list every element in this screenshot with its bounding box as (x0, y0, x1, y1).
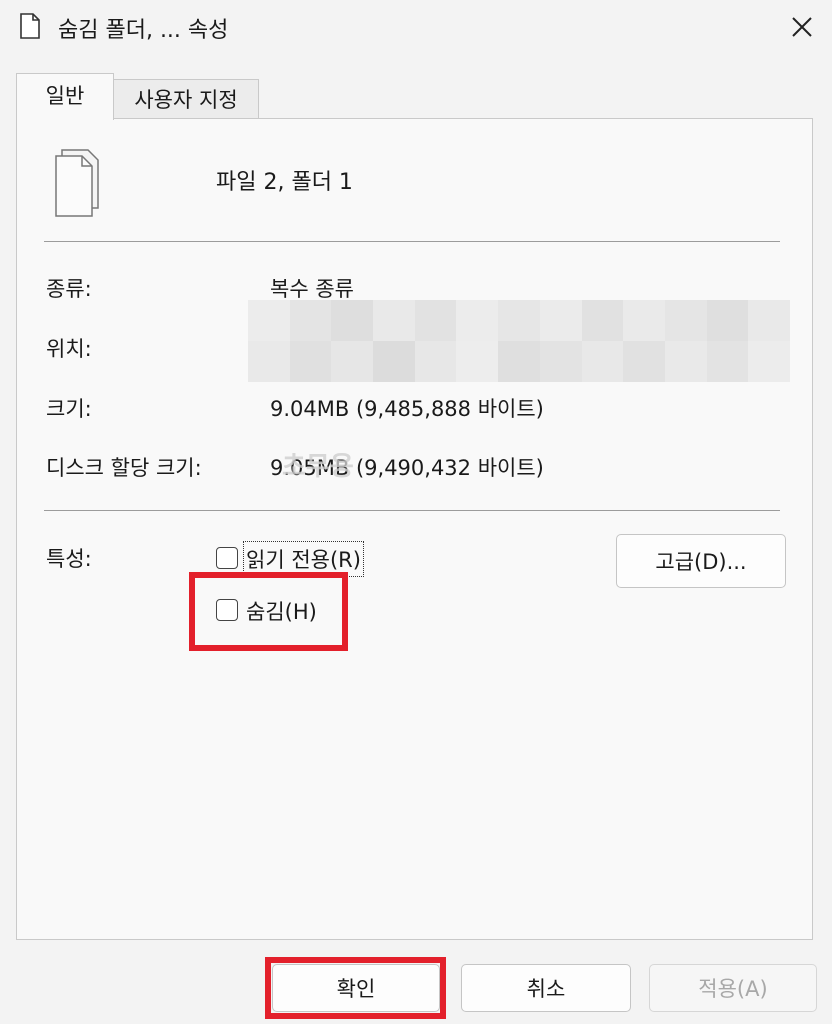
apply-button[interactable]: 적용(A) (649, 964, 817, 1012)
location-value-blurred (248, 300, 790, 382)
title-bar: 숨김 폴더, ... 속성 (0, 0, 832, 56)
hidden-label[interactable]: 숨김(H) (246, 596, 317, 626)
location-label: 위치: (46, 337, 92, 361)
ok-button[interactable]: 확인 (272, 964, 440, 1012)
cancel-button[interactable]: 취소 (461, 964, 631, 1012)
advanced-button[interactable]: 고급(D)... (616, 534, 786, 588)
window-title: 숨김 폴더, ... 속성 (58, 18, 229, 43)
disk-size-label: 디스크 할당 크기: (46, 456, 202, 480)
attributes-label: 특성: (46, 547, 92, 571)
type-value: 복수 종류 (270, 277, 354, 301)
close-icon (792, 17, 812, 37)
divider (44, 510, 780, 511)
hidden-checkbox[interactable] (216, 599, 238, 621)
watermark: 초무용 (282, 452, 354, 482)
readonly-label[interactable]: 읽기 전용(R) (243, 541, 364, 577)
file-icon (20, 13, 40, 39)
close-button[interactable] (776, 4, 828, 50)
size-value: 9.04MB (9,485,888 바이트) (270, 397, 544, 421)
tab-customize[interactable]: 사용자 지정 (114, 79, 259, 119)
multiple-files-icon (55, 149, 99, 217)
tab-general[interactable]: 일반 (16, 73, 114, 120)
selection-name: 파일 2, 폴더 1 (216, 170, 353, 195)
readonly-checkbox[interactable] (216, 547, 238, 569)
divider (44, 241, 780, 242)
type-label: 종류: (46, 277, 92, 301)
size-label: 크기: (46, 397, 92, 421)
